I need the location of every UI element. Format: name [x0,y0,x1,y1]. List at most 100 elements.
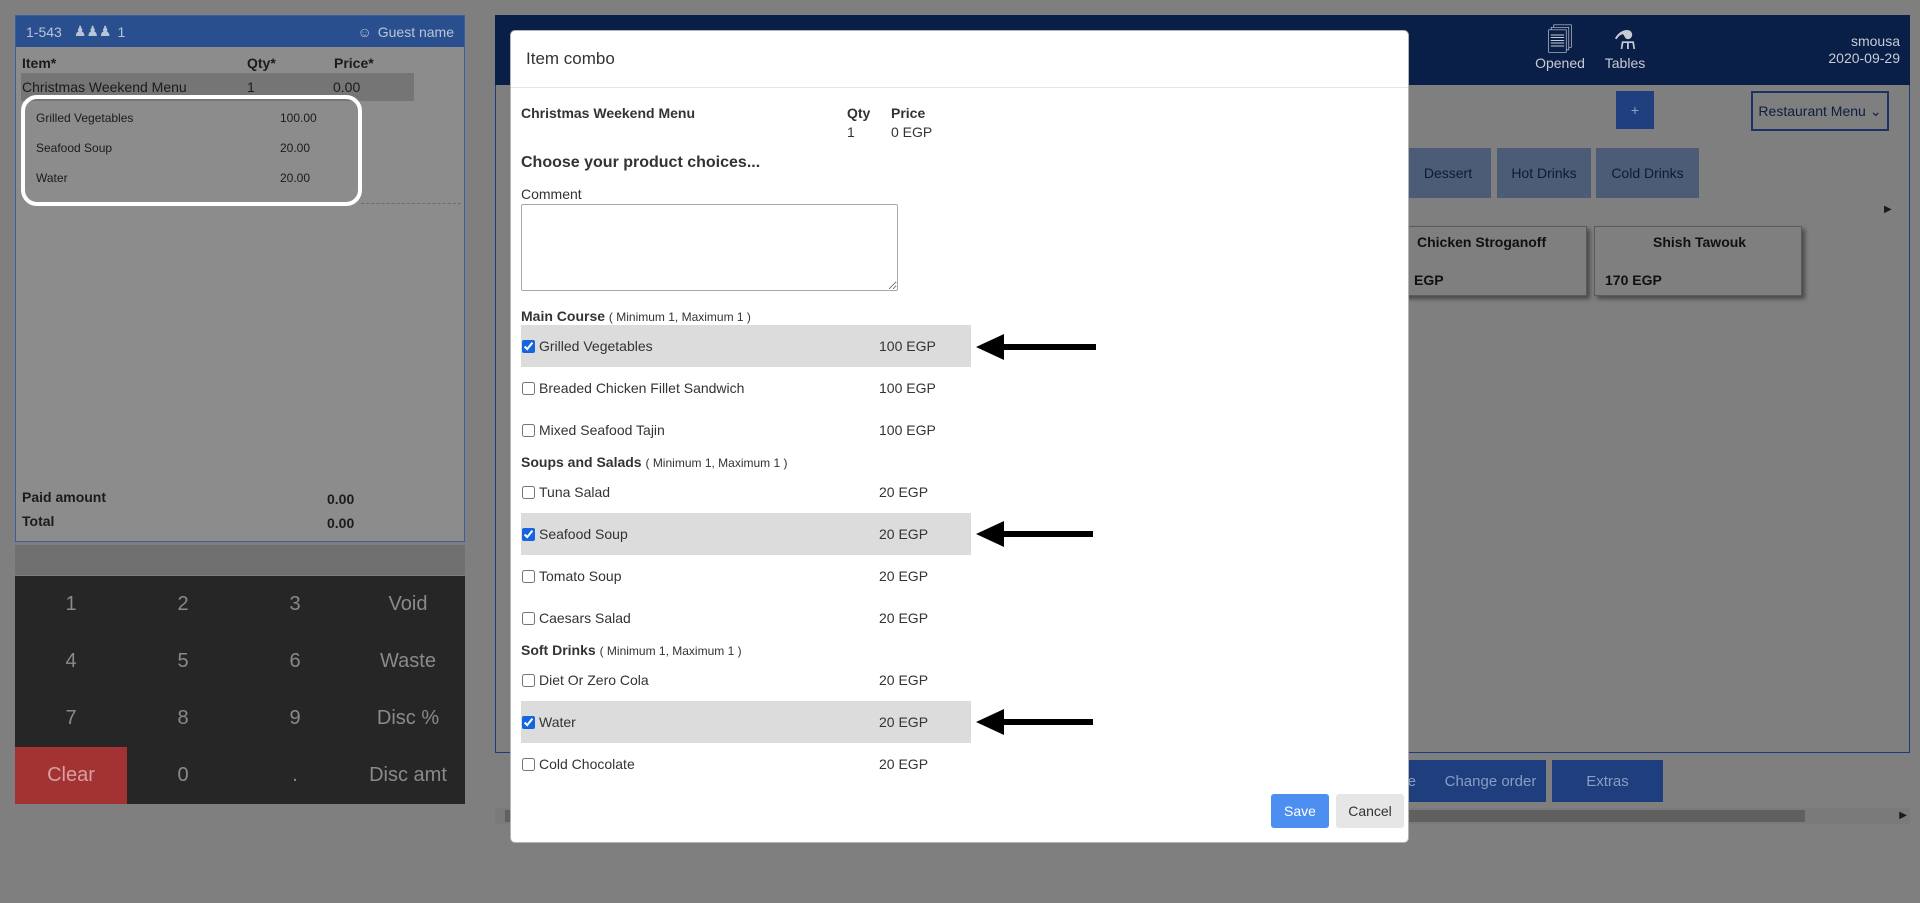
numpad-key-0[interactable]: 0 [127,747,239,804]
choice-checkbox[interactable] [522,527,535,541]
group-name: Soft Drinks [521,642,596,658]
choice-checkbox[interactable] [522,423,535,437]
numpad-key-4[interactable]: 4 [15,633,127,690]
numpad: 1 2 3 Void 4 5 6 Waste 7 8 9 Disc % Clea… [15,576,465,804]
save-button[interactable]: Save [1271,794,1329,828]
choice-price: 20 EGP [879,526,929,542]
menu-select-value: Restaurant Menu [1758,103,1866,119]
qty-label: Qty [847,105,871,121]
menu-select[interactable]: Restaurant Menu ⌄ [1751,91,1889,131]
product-price: 170 EGP [1605,272,1662,288]
product-card[interactable]: Chicken Stroganoff EGP [1380,226,1587,296]
choose-heading: Choose your product choices... [521,154,761,171]
choice-checkbox[interactable] [522,339,535,353]
choice-checkbox[interactable] [522,715,535,729]
choice-checkbox[interactable] [522,485,535,499]
disc-amount-button[interactable]: Disc amt [351,747,465,804]
choice-price: 20 EGP [879,672,929,688]
group-title-soups-salads: Soups and Salads ( Minimum 1, Maximum 1 … [521,454,788,470]
numpad-key-6[interactable]: 6 [239,633,351,690]
numpad-key-dot[interactable]: . [239,747,351,804]
numpad-key-1[interactable]: 1 [15,576,127,633]
group-title-soft-drinks: Soft Drinks ( Minimum 1, Maximum 1 ) [521,642,742,658]
order-panel: 1-543 ♟♟♟ 1 ☺ Guest name Item* Qty* Pric… [15,15,465,542]
choice-name: Tuna Salad [539,484,611,500]
choice-row[interactable]: Tuna Salad 20 EGP [521,471,971,513]
combo-item-name: Christmas Weekend Menu [521,105,696,121]
extras-button[interactable]: Extras [1552,760,1663,802]
left-arrow-icon [976,334,1096,360]
change-order-button[interactable]: Change order [1435,760,1546,802]
table-number: 1-543 [26,23,62,40]
choice-row[interactable]: Cold Chocolate 20 EGP [521,743,971,785]
group-name: Soups and Salads [521,454,642,470]
cancel-button[interactable]: Cancel [1336,794,1404,828]
guest-count: 1 [117,23,126,40]
choice-row[interactable]: Grilled Vegetables 100 EGP [521,325,971,367]
guests-icon: ♟♟♟ [73,23,112,39]
choice-price: 100 EGP [879,422,936,438]
product-name: Chicken Stroganoff [1417,234,1547,250]
numpad-key-5[interactable]: 5 [127,633,239,690]
product-name: Shish Tawouk [1653,234,1747,250]
combo-line-name: Grilled Vegetables [36,111,134,125]
choice-row[interactable]: Breaded Chicken Fillet Sandwich 100 EGP [521,367,971,409]
choice-row[interactable]: Tomato Soup 20 EGP [521,555,971,597]
comment-textarea[interactable] [521,204,898,291]
scroll-right-icon[interactable]: ▶ [1899,810,1907,821]
order-columns: Item* Qty* Price* [22,55,458,71]
modal-title: Item combo [511,31,1408,88]
choice-checkbox[interactable] [522,757,535,771]
choice-checkbox[interactable] [522,611,535,625]
group-constraint: ( Minimum 1, Maximum 1 ) [645,456,788,470]
waste-button[interactable]: Waste [351,633,465,690]
choice-row[interactable]: Mixed Seafood Tajin 100 EGP [521,409,971,451]
tab-cold-drinks[interactable]: Cold Drinks [1596,148,1699,198]
tables-button[interactable]: ⚗ Tables [1600,25,1650,71]
add-button[interactable]: + [1616,91,1654,129]
choice-price: 20 EGP [879,568,929,584]
order-item-qty: 1 [247,79,255,95]
divider [361,203,461,204]
numpad-key-3[interactable]: 3 [239,576,351,633]
choice-name: Water [539,714,576,730]
item-combo-modal: Item combo Christmas Weekend Menu Qty 1 … [510,30,1409,843]
choice-row[interactable]: Seafood Soup 20 EGP [521,513,971,555]
user-icon: ☺ [357,23,372,40]
numpad-key-2[interactable]: 2 [127,576,239,633]
choice-price: 20 EGP [879,610,929,626]
paid-amount-label: Paid amount [22,489,107,505]
choice-checkbox[interactable] [522,569,535,583]
order-item-name: Christmas Weekend Menu [22,79,187,95]
chevron-down-icon: ⌄ [1869,102,1882,119]
choice-name: Caesars Salad [539,610,631,626]
guest-name[interactable]: Guest name [378,24,454,40]
tab-hot-drinks[interactable]: Hot Drinks [1497,148,1591,198]
group-constraint: ( Minimum 1, Maximum 1 ) [599,644,742,658]
disc-percent-button[interactable]: Disc % [351,690,465,747]
comment-label: Comment [521,186,582,202]
clear-button[interactable]: Clear [15,747,127,804]
choice-row[interactable]: Water 20 EGP [521,701,971,743]
choice-checkbox[interactable] [522,381,535,395]
order-header: 1-543 ♟♟♟ 1 ☺ Guest name [16,16,464,47]
numpad-key-7[interactable]: 7 [15,690,127,747]
numpad-key-9[interactable]: 9 [239,690,351,747]
choice-checkbox[interactable] [522,673,535,687]
scroll-right-icon[interactable]: ▶ [1884,204,1892,215]
tables-label: Tables [1604,55,1646,71]
numpad-key-8[interactable]: 8 [127,690,239,747]
choice-name: Mixed Seafood Tajin [539,422,665,438]
opened-label: Opened [1535,55,1585,71]
left-arrow-icon [976,709,1093,735]
choice-name: Cold Chocolate [539,756,635,772]
void-button[interactable]: Void [351,576,465,633]
combo-line-name: Water [36,171,68,185]
opened-orders-button[interactable]: 🗐 Opened [1530,25,1590,71]
choice-name: Seafood Soup [539,526,628,542]
product-card[interactable]: Shish Tawouk 170 EGP [1594,226,1802,296]
choice-row[interactable]: Caesars Salad 20 EGP [521,597,971,639]
tab-dessert[interactable]: Dessert [1405,148,1491,198]
choice-row[interactable]: Diet Or Zero Cola 20 EGP [521,659,971,701]
choice-name: Breaded Chicken Fillet Sandwich [539,380,745,396]
